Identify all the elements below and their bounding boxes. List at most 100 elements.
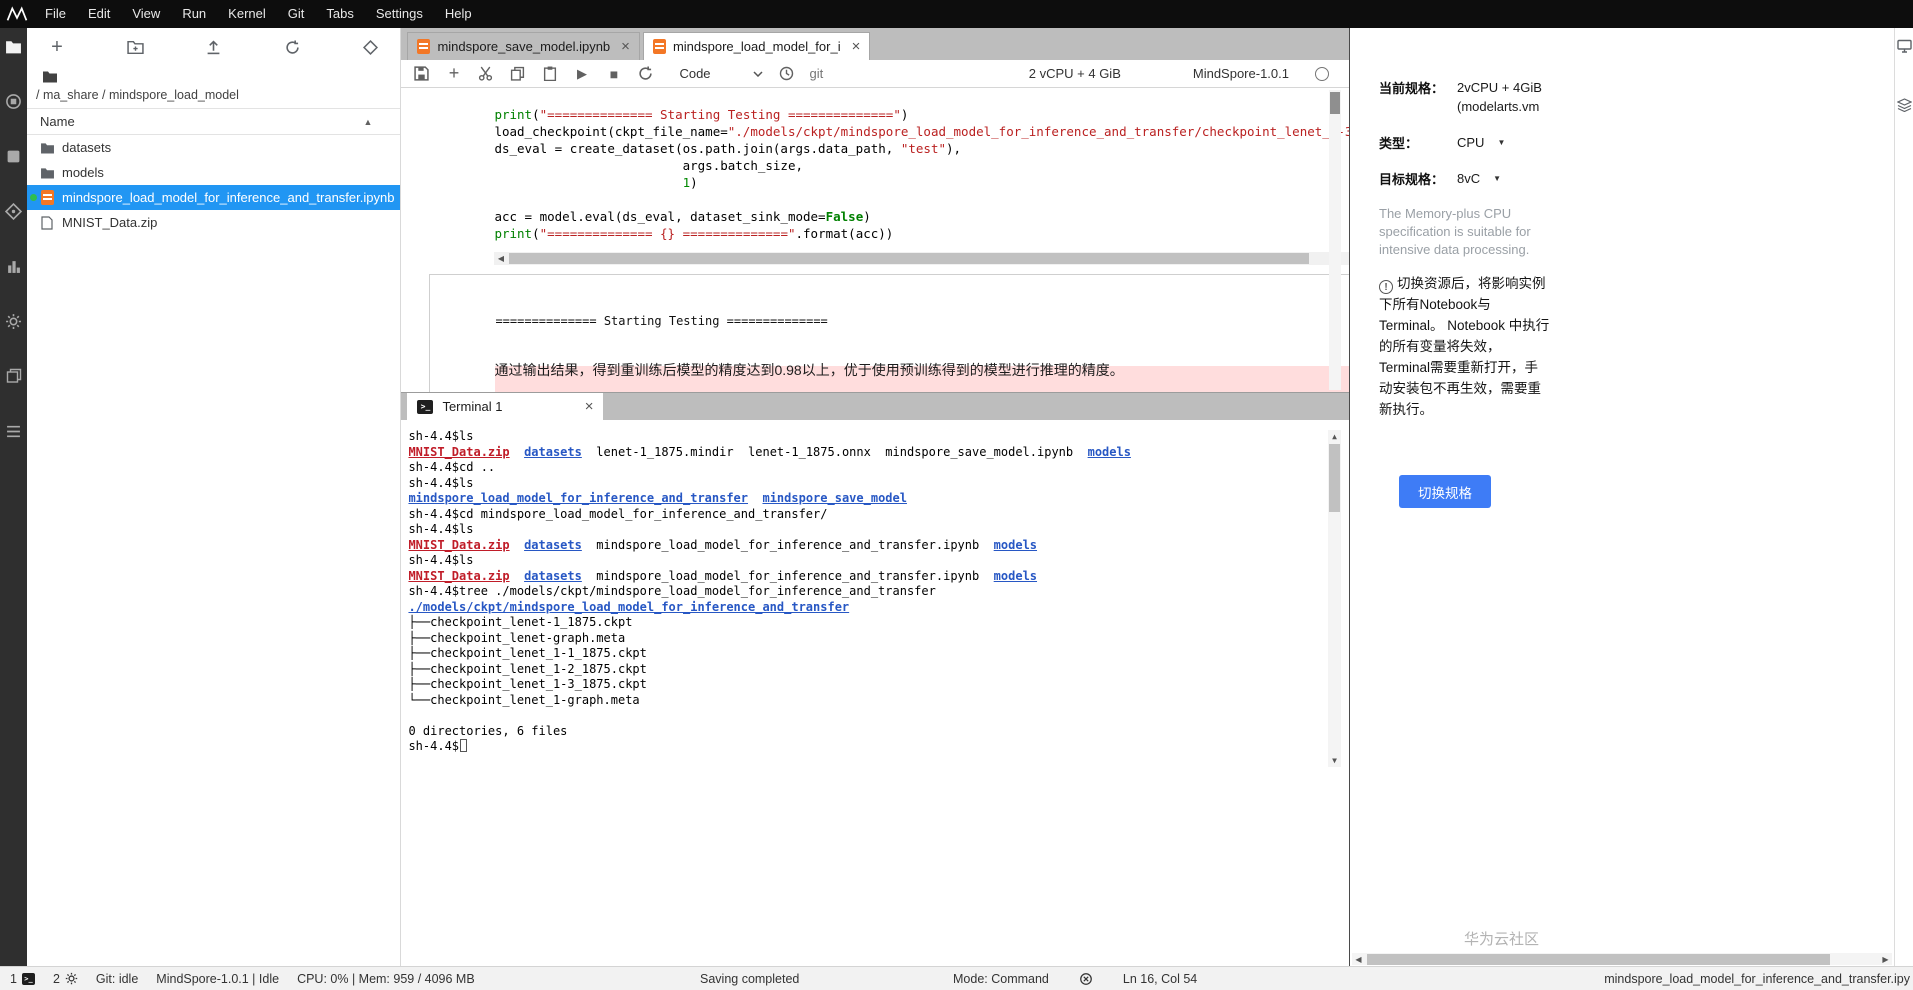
scroll-up-icon[interactable]: ▲ xyxy=(1332,430,1337,443)
restart-icon[interactable] xyxy=(637,65,654,82)
menu-view[interactable]: View xyxy=(121,0,171,28)
new-launcher-icon[interactable]: + xyxy=(47,36,67,58)
current-spec-value: 2vCPU + 4GiB (modelarts.vm xyxy=(1457,80,1542,114)
layers-icon[interactable] xyxy=(1896,97,1912,112)
file-item-label: datasets xyxy=(62,140,112,155)
menu-kernel[interactable]: Kernel xyxy=(217,0,277,28)
terminal-line: sh-4.4$ls xyxy=(408,522,474,536)
notebook-vertical-scrollbar[interactable] xyxy=(1329,90,1341,390)
sort-arrow-icon[interactable]: ▲ xyxy=(364,117,373,127)
close-icon[interactable]: × xyxy=(581,398,594,415)
notebook-content: print("============== Starting Testing =… xyxy=(401,88,1349,392)
scrollbar-thumb[interactable] xyxy=(509,253,1310,264)
circle-x-icon[interactable] xyxy=(1079,972,1093,986)
file-browser: + / ma_share / mindspore_load_model Name… xyxy=(27,28,402,966)
file-item-notebook-selected[interactable]: mindspore_load_model_for_inference_and_t… xyxy=(27,185,401,210)
terminal-panel[interactable]: sh-4.4$ls MNIST_Data.zip datasets lenet-1… xyxy=(401,420,1349,966)
git-diamond-icon[interactable] xyxy=(360,37,380,57)
file-item-label: mindspore_load_model_for_inference_and_t… xyxy=(62,190,395,205)
caret-down-icon: ▼ xyxy=(1493,174,1502,183)
terminal-line: sh-4.4$cd .. xyxy=(408,460,496,474)
scrollbar-thumb[interactable] xyxy=(1367,953,1830,965)
notice-text: 切换资源后，将影响实例下所有Notebook与Terminal。 Noteboo… xyxy=(1379,276,1550,417)
run-icon[interactable]: ▶ xyxy=(573,65,590,82)
tab-label: mindspore_save_model.ipynb xyxy=(437,39,611,54)
scrollbar-thumb[interactable] xyxy=(1329,444,1340,512)
command-mode-indicator[interactable]: Mode: Command xyxy=(953,972,1049,986)
gear-icon[interactable] xyxy=(5,312,23,330)
tabs-icon[interactable] xyxy=(5,367,23,385)
terminal-vertical-scrollbar[interactable]: ▲ ▼ xyxy=(1328,430,1341,767)
file-item-models[interactable]: models xyxy=(27,160,400,185)
file-item-mnist-zip[interactable]: MNIST_Data.zip xyxy=(27,210,400,235)
breadcrumb-folder-icon[interactable] xyxy=(27,66,400,85)
menu-run[interactable]: Run xyxy=(171,0,217,28)
menu-git[interactable]: Git xyxy=(277,0,316,28)
file-list-header[interactable]: Name ▲ xyxy=(27,108,401,135)
new-folder-icon[interactable] xyxy=(125,37,145,57)
tab-terminal-1[interactable]: >_ Terminal 1 × xyxy=(407,393,604,420)
toc-icon[interactable] xyxy=(5,422,23,440)
save-icon[interactable] xyxy=(413,65,430,82)
menu-tabs[interactable]: Tabs xyxy=(315,0,364,28)
copy-icon[interactable] xyxy=(509,65,526,82)
close-icon[interactable]: × xyxy=(617,38,630,55)
cell-type-select[interactable]: Code xyxy=(679,66,763,81)
scroll-right-icon[interactable]: ▶ xyxy=(1879,955,1892,964)
git-icon[interactable] xyxy=(5,202,23,220)
running-icon[interactable] xyxy=(5,92,23,110)
chart-icon[interactable] xyxy=(5,257,23,275)
type-select[interactable]: CPU ▼ xyxy=(1457,133,1505,152)
paste-icon[interactable] xyxy=(541,65,558,82)
terminals-count[interactable]: 1 >_ xyxy=(10,972,35,986)
menu-file[interactable]: File xyxy=(34,0,77,28)
chevron-down-icon xyxy=(753,70,763,77)
history-clock-icon[interactable] xyxy=(778,65,795,82)
terminal-line: sh-4.4$tree ./models/ckpt/mindspore_load… xyxy=(408,584,936,598)
menu-help[interactable]: Help xyxy=(434,0,483,28)
menu-edit[interactable]: Edit xyxy=(77,0,121,28)
kernels-count[interactable]: 2 xyxy=(53,972,78,986)
target-spec-select[interactable]: 8vC ▼ xyxy=(1457,169,1501,188)
terminals-count-value: 1 xyxy=(10,971,17,986)
app-logo-icon xyxy=(0,0,34,28)
close-icon[interactable]: × xyxy=(848,38,861,55)
cursor-position[interactable]: Ln 16, Col 54 xyxy=(1123,972,1197,986)
scrollbar-thumb[interactable] xyxy=(1330,92,1340,114)
scroll-down-icon[interactable]: ▼ xyxy=(1332,754,1337,767)
switch-spec-button[interactable]: 切换规格 xyxy=(1399,475,1491,508)
kernel-name[interactable]: MindSpore-1.0.1 xyxy=(1193,66,1289,81)
git-status[interactable]: Git: idle xyxy=(96,972,138,986)
file-item-label: MNIST_Data.zip xyxy=(62,215,158,230)
cut-icon[interactable] xyxy=(477,65,494,82)
file-browser-toolbar: + xyxy=(27,28,400,66)
code-line: ds_eval = create_dataset(os.path.join(ar… xyxy=(494,141,962,156)
left-sidebar xyxy=(0,28,27,966)
kernel-status-icon[interactable] xyxy=(1315,66,1329,81)
kernels-icon xyxy=(65,972,78,985)
tab-mindspore-load-model[interactable]: mindspore_load_model_for_i × xyxy=(642,32,871,60)
upload-icon[interactable] xyxy=(204,37,224,57)
code-horizontal-scrollbar[interactable]: ◀ ▶ xyxy=(494,252,1349,265)
refresh-icon[interactable] xyxy=(282,37,302,57)
stop-icon[interactable]: ■ xyxy=(605,65,622,82)
kernel-status[interactable]: MindSpore-1.0.1 | Idle xyxy=(156,972,279,986)
monitor-icon[interactable] xyxy=(1896,38,1912,53)
git-toolbar-label[interactable]: git xyxy=(810,66,824,81)
target-spec-value: 8vC xyxy=(1457,171,1481,186)
breadcrumb[interactable]: / ma_share / mindspore_load_model xyxy=(27,85,400,108)
scroll-left-icon[interactable]: ◀ xyxy=(1352,955,1365,964)
scroll-left-icon[interactable]: ◀ xyxy=(494,254,507,263)
file-item-datasets[interactable]: datasets xyxy=(27,135,400,160)
menu-settings[interactable]: Settings xyxy=(365,0,434,28)
panel-horizontal-scrollbar[interactable]: ◀ ▶ xyxy=(1352,953,1892,965)
code-lines[interactable]: print("============== Starting Testing =… xyxy=(494,106,1349,242)
tab-mindspore-save-model[interactable]: mindspore_save_model.ipynb × xyxy=(407,32,640,60)
code-line: print("============== {} =============="… xyxy=(494,226,894,241)
add-cell-icon[interactable]: + xyxy=(445,63,462,83)
terminal-icon: >_ xyxy=(417,399,434,414)
stop-icon[interactable] xyxy=(5,147,23,165)
files-icon[interactable] xyxy=(5,37,23,55)
